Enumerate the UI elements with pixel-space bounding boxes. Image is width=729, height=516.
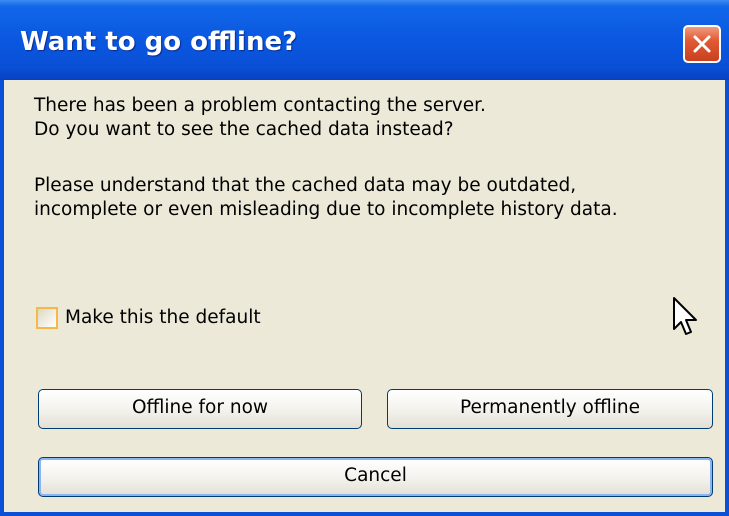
warning-line-1: Please understand that the cached data m… [34,175,577,196]
dialog-window: Want to go offline? There has been a pro… [0,0,729,516]
message-line-1: There has been a problem contacting the … [34,95,486,116]
title-bar[interactable]: Want to go offline? [0,0,729,80]
mouse-cursor-icon [673,297,697,335]
default-checkbox[interactable] [36,307,58,329]
close-button[interactable] [683,25,721,63]
cancel-button[interactable]: Cancel [38,457,713,497]
offline-for-now-button[interactable]: Offline for now [38,389,362,429]
default-checkbox-label[interactable]: Make this the default [65,306,261,330]
dialog-body: There has been a problem contacting the … [4,80,725,512]
close-icon [693,35,711,53]
permanently-offline-button[interactable]: Permanently offline [387,389,713,429]
dialog-title: Want to go offline? [20,27,298,57]
warning-line-2: incomplete or even misleading due to inc… [34,199,618,220]
message-line-2: Do you want to see the cached data inste… [34,119,454,140]
